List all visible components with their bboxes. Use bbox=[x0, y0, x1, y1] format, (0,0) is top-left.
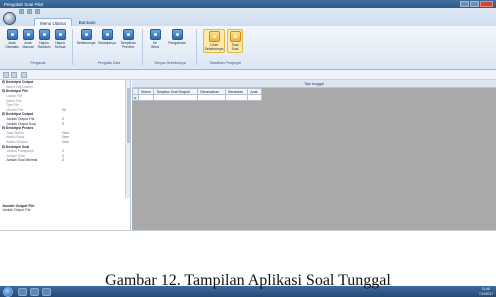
acak-otomatis-button[interactable]: Acak Otomatis bbox=[4, 29, 20, 49]
property-value: 2 bbox=[62, 158, 64, 163]
erase-icon bbox=[38, 29, 50, 40]
shuffle-icon bbox=[22, 29, 34, 40]
property-toolbar bbox=[0, 70, 496, 80]
lihat-sebelumnya-button[interactable]: Lihat Sebelumnya bbox=[203, 29, 225, 53]
property-key: Nama File bbox=[6, 98, 22, 103]
property-description: Jumlah Output File Jumlah Output File bbox=[2, 204, 122, 212]
data-grid[interactable]: Nomor Tampilan Soal Singkat Dimasukkan B… bbox=[132, 88, 263, 101]
property-value: 0 bbox=[62, 149, 64, 154]
quick-save-icon[interactable] bbox=[19, 9, 24, 14]
group-label-tampilkan: Tampilkan Pengingat bbox=[209, 61, 241, 65]
group-label-pengolah-data: Pengolah Data bbox=[97, 61, 121, 65]
property-key: Jumlah Paragraph bbox=[6, 149, 34, 154]
table-cell[interactable] bbox=[137, 94, 155, 101]
clock-date: 7/14/2017 bbox=[478, 291, 493, 296]
table-cell[interactable] bbox=[197, 94, 227, 101]
scrollbar-thumb[interactable] bbox=[127, 88, 130, 143]
property-key: ⊟ Deskripsi Output bbox=[2, 112, 34, 117]
table-cell[interactable] bbox=[153, 94, 199, 101]
quick-undo-icon[interactable] bbox=[27, 9, 32, 14]
property-list: ⊟ Deskripsi Output Nama File Disetel ⊟ Des… bbox=[0, 80, 130, 163]
property-row[interactable]: Jumlah Soal Minimal 2 bbox=[0, 158, 130, 163]
grid-caption: Tipe tunggal bbox=[132, 80, 496, 88]
property-value: 1 bbox=[62, 117, 64, 122]
preview-icon bbox=[122, 29, 134, 40]
minimize-button[interactable] bbox=[460, 1, 469, 7]
dice-icon bbox=[6, 29, 18, 40]
trash-icon bbox=[54, 29, 66, 40]
table-cell[interactable] bbox=[247, 94, 263, 101]
property-key: Jumlah Output Soal bbox=[6, 121, 36, 126]
soal-button[interactable]: Soal Soal bbox=[227, 29, 243, 53]
property-key: Lokasi File bbox=[6, 94, 23, 99]
app-menu-button[interactable] bbox=[3, 12, 16, 25]
window-title: Pengolah Soal Pilot bbox=[4, 1, 44, 7]
group-separator bbox=[142, 29, 143, 65]
property-value: 2 bbox=[62, 121, 64, 126]
sebelumnya-button[interactable]: Sebelumnya bbox=[76, 29, 96, 45]
tampilkan-preview-button[interactable]: Tampilkan Preview bbox=[118, 29, 138, 49]
property-key: ⊟ Deskripsi Output bbox=[2, 80, 34, 85]
property-value: 0sec bbox=[62, 135, 70, 140]
property-scrollbar[interactable] bbox=[125, 80, 130, 198]
property-key: Ukuran File bbox=[6, 107, 24, 112]
property-key: ⊟ Deskripsi Proses bbox=[2, 126, 34, 131]
alphabetical-view-icon[interactable] bbox=[11, 72, 17, 78]
question-icon bbox=[229, 31, 241, 42]
group-separator bbox=[196, 29, 197, 65]
pengaturan-button[interactable]: Pengaturan bbox=[166, 29, 188, 45]
property-key: Nama File Disetel bbox=[6, 84, 33, 89]
maximize-button[interactable] bbox=[470, 1, 479, 7]
ke-word-button[interactable]: Ke Word bbox=[147, 29, 163, 49]
table-row[interactable]: ▸ bbox=[132, 94, 263, 101]
property-panel: ⊟ Deskripsi Output Nama File Disetel ⊟ Des… bbox=[0, 80, 131, 230]
description-text: Jumlah Output File bbox=[2, 208, 31, 212]
selanjutnya-button[interactable]: Selanjutnya bbox=[96, 29, 118, 45]
property-value: 0sec bbox=[62, 130, 70, 135]
property-key: Tipe File bbox=[6, 103, 19, 108]
hapus-random-button[interactable]: Hapus Random bbox=[36, 29, 52, 49]
hapus-semua-button[interactable]: Hapus Semua bbox=[52, 29, 68, 49]
property-key: Jumlah Soal Minimal bbox=[6, 158, 38, 163]
property-key: Total Waktu bbox=[6, 130, 24, 135]
property-key: Jumlah Output File bbox=[6, 117, 35, 122]
table-cell[interactable] bbox=[225, 94, 249, 101]
property-pages-icon[interactable] bbox=[21, 72, 27, 78]
settings-icon bbox=[171, 29, 183, 40]
group-label-pengacak: Pengacak bbox=[30, 61, 46, 65]
ribbon: Acak Otomatis Acak Manual Hapus Random Hapu… bbox=[0, 26, 496, 70]
window-controls bbox=[460, 1, 493, 7]
property-value: 0 bbox=[62, 153, 64, 158]
property-key: Waktu Baca bbox=[6, 135, 25, 140]
categorized-view-icon[interactable] bbox=[3, 72, 9, 78]
group-separator bbox=[72, 29, 73, 65]
window-titlebar: Pengolah Soal Pilot bbox=[0, 0, 496, 8]
property-key: ⊟ Deskripsi Soal bbox=[2, 144, 30, 149]
figure-caption: Gambar 12. Tampilan Aplikasi Soal Tungga… bbox=[105, 272, 391, 289]
group-label-simpan: Simpan Sebelumnya bbox=[154, 61, 186, 65]
quick-access-toolbar bbox=[19, 9, 40, 14]
prev-icon bbox=[80, 29, 92, 40]
property-key: ⊟ Deskripsi File bbox=[2, 89, 28, 94]
view-icon bbox=[208, 31, 220, 42]
data-grid-area: Tipe tunggal Nomor Tampilan Soal Singkat… bbox=[132, 80, 496, 230]
word-icon bbox=[149, 29, 161, 40]
property-key: Waktu Simpan bbox=[6, 140, 28, 145]
property-key: Jumlah Soal bbox=[6, 153, 25, 158]
next-icon bbox=[101, 29, 113, 40]
property-value: Kb bbox=[62, 107, 67, 112]
property-value: 0sec bbox=[62, 140, 70, 145]
acak-manual-button[interactable]: Acak Manual bbox=[20, 29, 36, 49]
close-button[interactable] bbox=[480, 1, 493, 7]
quick-redo-icon[interactable] bbox=[35, 9, 40, 14]
